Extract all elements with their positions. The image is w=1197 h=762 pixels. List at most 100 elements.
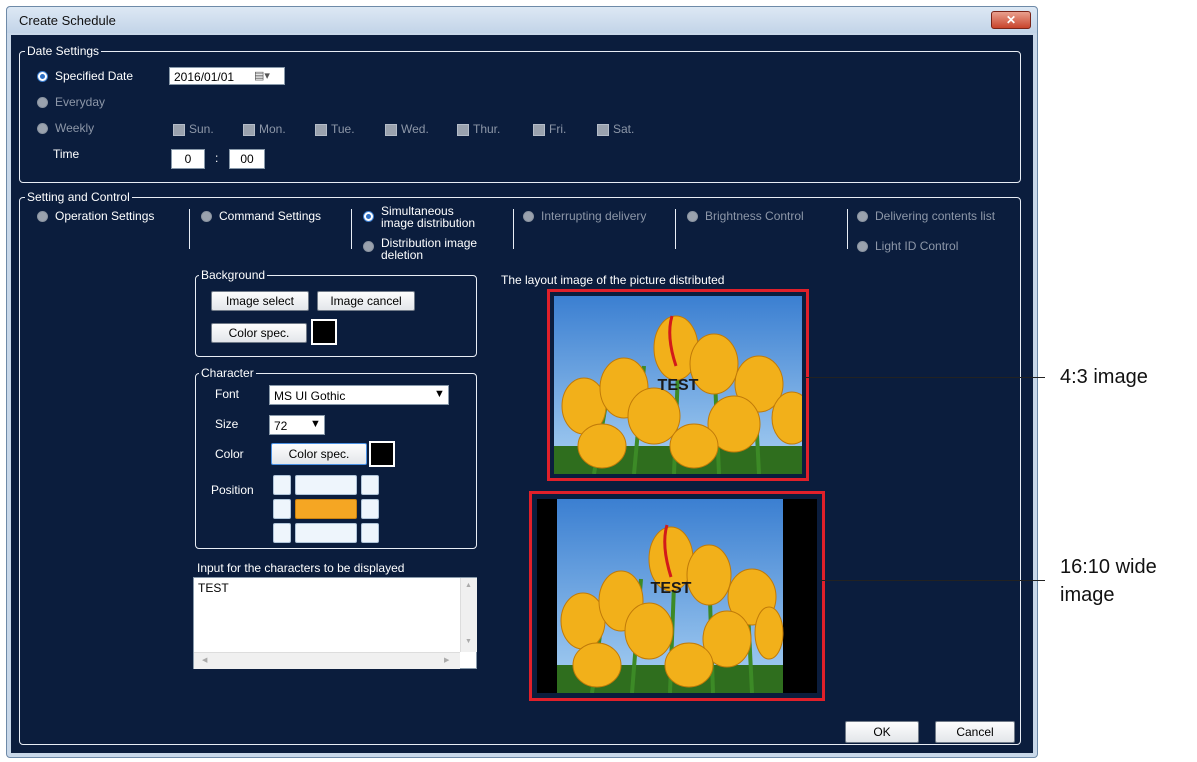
- char-color-swatch[interactable]: [369, 441, 395, 467]
- everyday-radio[interactable]: [37, 97, 48, 108]
- scroll-left-icon[interactable]: ◀: [202, 656, 207, 664]
- scroll-down-icon[interactable]: ▼: [465, 638, 472, 645]
- simultaneous-radio[interactable]: [363, 211, 374, 222]
- divider: [189, 209, 190, 249]
- mon-label: Mon.: [259, 122, 286, 136]
- calendar-dropdown-icon[interactable]: ▤▾: [254, 69, 270, 82]
- overlay-text-16-10: TEST: [651, 580, 692, 597]
- brightness-radio[interactable]: [687, 211, 698, 222]
- delivering-radio[interactable]: [857, 211, 868, 222]
- create-schedule-window: Create Schedule ✕ Date Settings Specifie…: [6, 6, 1038, 758]
- date-value: 2016/01/01: [174, 70, 235, 84]
- minute-input[interactable]: 00: [229, 149, 265, 169]
- dialog-body: Date Settings Specified Date 2016/01/01 …: [11, 35, 1033, 753]
- image-cancel-button[interactable]: Image cancel: [317, 291, 415, 311]
- size-select[interactable]: 72 ▼: [269, 415, 325, 435]
- cancel-button[interactable]: Cancel: [935, 721, 1015, 743]
- sat-label: Sat.: [613, 122, 635, 136]
- position-middle-left[interactable]: [273, 499, 291, 519]
- size-value: 72: [274, 419, 288, 433]
- horizontal-scrollbar[interactable]: ◀ ▶: [194, 652, 460, 669]
- ok-button[interactable]: OK: [845, 721, 919, 743]
- preview-16-10-frame: TEST: [529, 491, 825, 701]
- deletion-label-2: deletion: [381, 248, 424, 262]
- char-color-spec-button[interactable]: Color spec.: [271, 443, 367, 465]
- position-bottom-center[interactable]: [295, 523, 357, 543]
- title-bar: Create Schedule ✕: [7, 7, 1037, 33]
- time-label: Time: [53, 147, 80, 161]
- operation-settings-label: Operation Settings: [55, 209, 155, 223]
- specified-date-radio[interactable]: [37, 71, 48, 82]
- background-legend: Background: [199, 268, 268, 282]
- color-label: Color: [215, 447, 244, 461]
- tue-label: Tue.: [331, 122, 355, 136]
- chevron-down-icon: ▼: [310, 418, 321, 430]
- divider: [513, 209, 514, 249]
- mon-checkbox[interactable]: [243, 124, 255, 136]
- callout-line-4-3: [805, 377, 1045, 378]
- bg-color-spec-button[interactable]: Color spec.: [211, 323, 307, 343]
- font-select[interactable]: MS UI Gothic ▼: [269, 385, 449, 405]
- interrupting-radio[interactable]: [523, 211, 534, 222]
- sun-checkbox[interactable]: [173, 124, 185, 136]
- simultaneous-label-2: image distribution: [381, 216, 476, 230]
- scroll-up-icon[interactable]: ▲: [465, 582, 472, 589]
- fri-label: Fri.: [549, 122, 567, 136]
- position-middle-center[interactable]: [295, 499, 357, 519]
- time-separator: :: [215, 151, 219, 165]
- position-top-left[interactable]: [273, 475, 291, 495]
- position-bottom-left[interactable]: [273, 523, 291, 543]
- setting-control-legend: Setting and Control: [25, 190, 132, 204]
- everyday-label: Everyday: [55, 95, 106, 109]
- position-top-center[interactable]: [295, 475, 357, 495]
- operation-settings-radio[interactable]: [37, 211, 48, 222]
- layout-label: The layout image of the picture distribu…: [501, 273, 725, 287]
- brightness-label: Brightness Control: [705, 209, 804, 223]
- position-top-right[interactable]: [361, 475, 379, 495]
- close-icon[interactable]: ✕: [991, 11, 1031, 29]
- thur-checkbox[interactable]: [457, 124, 469, 136]
- window-title: Create Schedule: [19, 13, 116, 28]
- scroll-right-icon[interactable]: ▶: [444, 656, 449, 664]
- font-value: MS UI Gothic: [274, 389, 346, 403]
- position-bottom-right[interactable]: [361, 523, 379, 543]
- bg-color-swatch[interactable]: [311, 319, 337, 345]
- distribution-deletion-radio[interactable]: [363, 241, 374, 252]
- overlay-text-4-3: TEST: [658, 377, 699, 394]
- delivering-label: Delivering contents list: [875, 209, 996, 223]
- fri-checkbox[interactable]: [533, 124, 545, 136]
- tue-checkbox[interactable]: [315, 124, 327, 136]
- light-id-radio[interactable]: [857, 241, 868, 252]
- wed-checkbox[interactable]: [385, 124, 397, 136]
- image-select-button[interactable]: Image select: [211, 291, 309, 311]
- divider: [351, 209, 352, 249]
- wed-label: Wed.: [401, 122, 429, 136]
- font-label: Font: [215, 387, 240, 401]
- sat-checkbox[interactable]: [597, 124, 609, 136]
- command-settings-label: Command Settings: [219, 209, 322, 223]
- weekly-label: Weekly: [55, 121, 95, 135]
- character-legend: Character: [199, 366, 256, 380]
- sun-label: Sun.: [189, 122, 214, 136]
- interrupting-label: Interrupting delivery: [541, 209, 647, 223]
- command-settings-radio[interactable]: [201, 211, 212, 222]
- size-label: Size: [215, 417, 239, 431]
- callout-16-10-line1: 16:10 wide: [1060, 556, 1157, 578]
- callout-16-10-line2: image: [1060, 584, 1115, 606]
- characters-text: TEST: [198, 581, 229, 595]
- weekly-radio[interactable]: [37, 123, 48, 134]
- date-picker[interactable]: 2016/01/01 ▤▾: [169, 67, 285, 85]
- tulip-image-4-3: TEST: [554, 296, 802, 474]
- callout-line-16-10: [820, 580, 1045, 581]
- vertical-scrollbar[interactable]: ▲ ▼: [460, 578, 477, 652]
- position-label: Position: [211, 483, 254, 497]
- date-settings-legend: Date Settings: [25, 44, 102, 58]
- callout-4-3: 4:3 image: [1060, 366, 1148, 388]
- characters-textarea[interactable]: TEST ▲ ▼ ◀ ▶: [193, 577, 477, 669]
- hour-input[interactable]: 0: [171, 149, 205, 169]
- specified-date-label: Specified Date: [55, 69, 134, 83]
- tulip-image-16-10: TEST: [537, 499, 817, 693]
- light-id-label: Light ID Control: [875, 239, 959, 253]
- position-middle-right[interactable]: [361, 499, 379, 519]
- input-label: Input for the characters to be displayed: [197, 561, 405, 575]
